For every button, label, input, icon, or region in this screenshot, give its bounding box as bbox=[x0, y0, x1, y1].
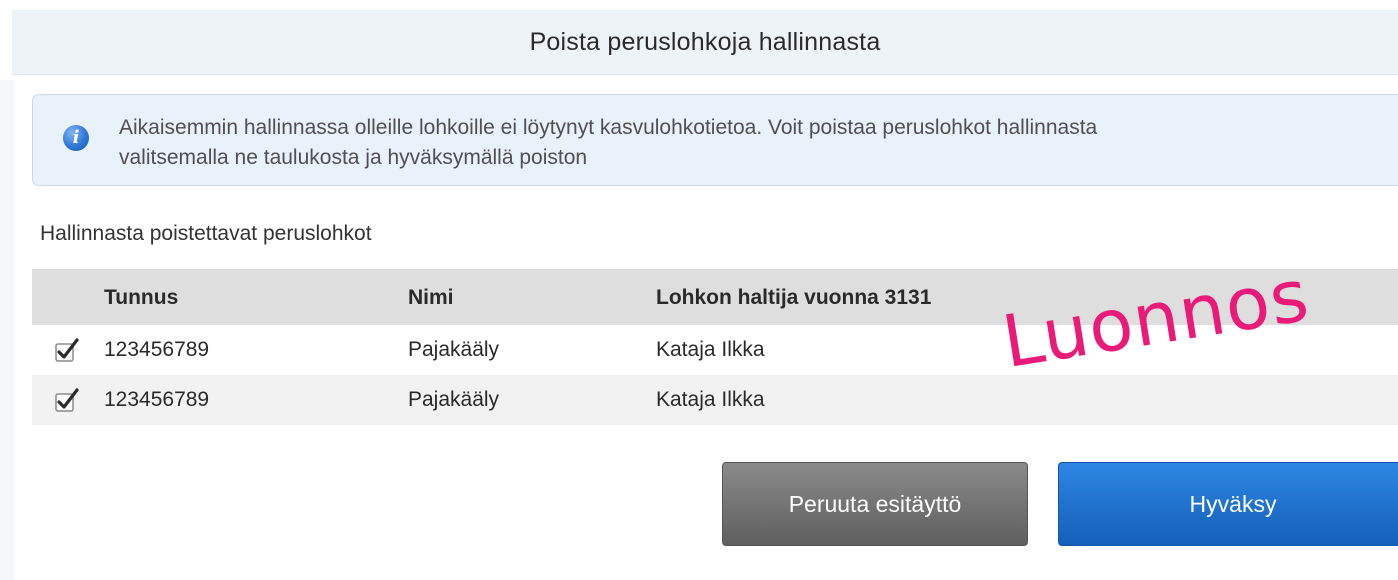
dialog-title: Poista peruslohkoja hallinnasta bbox=[529, 27, 881, 56]
delete-parcels-dialog: Poista peruslohkoja hallinnasta i Aikais… bbox=[0, 0, 1398, 580]
info-text-line-1: Aikaisemmin hallinnassa olleille lohkoil… bbox=[119, 116, 1098, 139]
cell-tunnus: 123456789 bbox=[104, 338, 210, 361]
info-text: Aikaisemmin hallinnassa olleille lohkoil… bbox=[119, 113, 1379, 173]
cell-haltija: Kataja Ilkka bbox=[656, 388, 765, 411]
column-header-tunnus: Tunnus bbox=[104, 286, 179, 309]
table-row[interactable]: 123456789 Pajakääly Kataja Ilkka bbox=[32, 375, 1398, 425]
checkbox-checked-icon[interactable] bbox=[54, 337, 80, 363]
column-header-haltija: Lohkon haltija vuonna 3131 bbox=[656, 286, 932, 309]
info-message: i Aikaisemmin hallinnassa olleille lohko… bbox=[32, 94, 1398, 186]
checkbox-checked-icon[interactable] bbox=[54, 387, 80, 413]
cell-nimi: Pajakääly bbox=[408, 338, 500, 361]
background-edge bbox=[0, 80, 14, 580]
info-icon: i bbox=[63, 125, 89, 151]
cell-haltija: Kataja Ilkka bbox=[656, 338, 765, 361]
accept-button[interactable]: Hyväksy bbox=[1058, 462, 1398, 546]
cell-nimi: Pajakääly bbox=[408, 388, 500, 411]
info-text-line-2: valitsemalla ne taulukosta ja hyväksymäl… bbox=[119, 146, 588, 169]
cell-tunnus: 123456789 bbox=[104, 388, 210, 411]
column-header-nimi: Nimi bbox=[408, 286, 454, 309]
cancel-prefill-button-label: Peruuta esitäyttö bbox=[788, 490, 962, 517]
section-label: Hallinnasta poistettavat peruslohkot bbox=[40, 222, 372, 245]
cancel-prefill-button[interactable]: Peruuta esitäyttö bbox=[722, 462, 1028, 546]
accept-button-label: Hyväksy bbox=[1189, 490, 1277, 517]
dialog-header: Poista peruslohkoja hallinnasta bbox=[12, 10, 1398, 75]
